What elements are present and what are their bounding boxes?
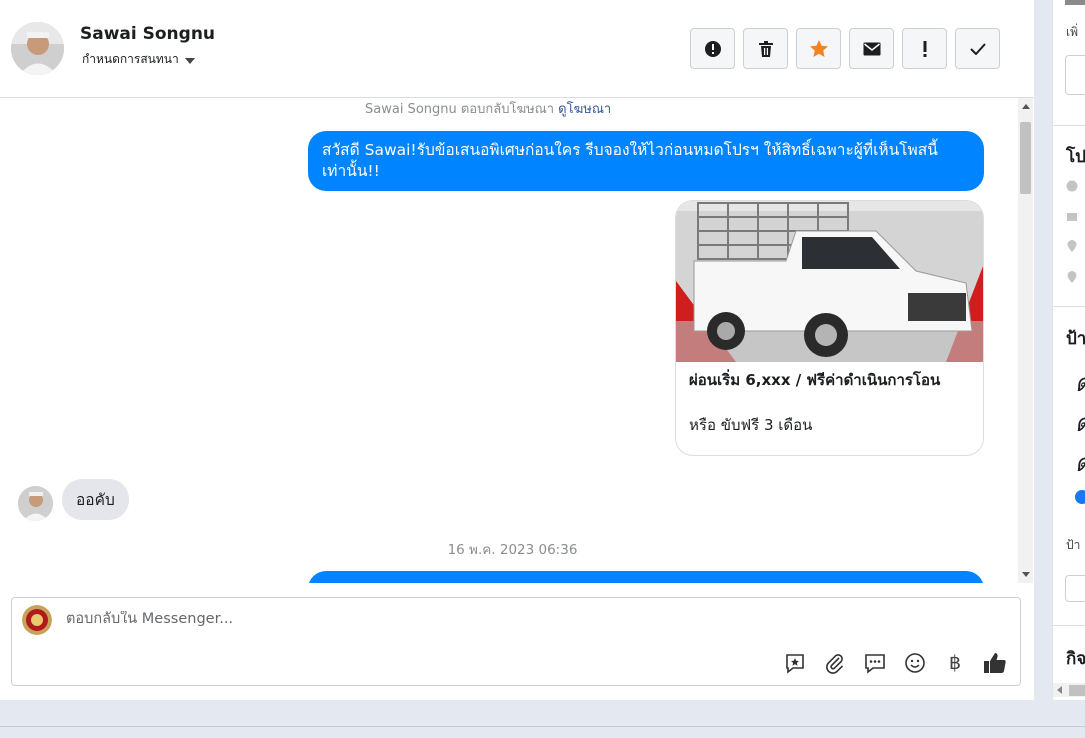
conversation-pane: Sawai Songnu กำหนดการสนทนา Sawai Songnu … bbox=[0, 0, 1034, 700]
mark-unread-button[interactable] bbox=[849, 28, 894, 69]
message-thread[interactable]: Sawai Songnu ตอบกลับโฆษณา ดูโฆษณา สวัสดี… bbox=[0, 98, 1018, 583]
composer-tools: ฿ bbox=[782, 650, 1008, 676]
conversation-settings[interactable]: กำหนดการสนทนา bbox=[82, 50, 195, 69]
paperclip-icon bbox=[826, 654, 844, 674]
page-avatar bbox=[22, 605, 52, 635]
side-horizontal-scrollbar[interactable] bbox=[1053, 683, 1085, 697]
conversation-settings-label: กำหนดการสนทนา bbox=[82, 52, 179, 66]
conversation-header: Sawai Songnu กำหนดการสนทนา bbox=[0, 0, 1034, 98]
avatar[interactable] bbox=[18, 486, 53, 521]
smiley-icon bbox=[905, 653, 925, 673]
payment-button[interactable]: ฿ bbox=[942, 650, 968, 676]
emoji-button[interactable] bbox=[902, 650, 928, 676]
thread-scrollbar[interactable] bbox=[1018, 98, 1033, 583]
check-icon bbox=[969, 42, 986, 55]
chat-star-icon bbox=[786, 654, 804, 674]
star-icon bbox=[809, 40, 828, 57]
window-bottom-divider bbox=[0, 726, 1085, 727]
caret-down-icon[interactable] bbox=[184, 57, 195, 64]
side-label-item[interactable]: ด bbox=[1075, 403, 1085, 442]
baht-icon: ฿ bbox=[948, 652, 962, 674]
incoming-message[interactable]: ออคับ bbox=[62, 479, 129, 520]
attach-button[interactable] bbox=[822, 650, 848, 676]
side-heading-labels: ป้า bbox=[1066, 329, 1085, 349]
envelope-icon bbox=[863, 42, 880, 55]
ad-reply-text: Sawai Songnu ตอบกลับโฆษณา bbox=[365, 102, 555, 117]
delete-button[interactable] bbox=[743, 28, 788, 69]
flag-button[interactable] bbox=[902, 28, 947, 69]
outgoing-message[interactable] bbox=[308, 571, 984, 583]
side-heading-info: โป bbox=[1066, 147, 1085, 167]
saved-replies-button[interactable] bbox=[782, 650, 808, 676]
message-timestamp: 16 พ.ค. 2023 06:36 bbox=[447, 542, 578, 558]
star-button[interactable] bbox=[796, 28, 841, 69]
scroll-up-arrow-icon[interactable] bbox=[1022, 104, 1030, 109]
side-divider bbox=[1053, 625, 1085, 626]
location-icon bbox=[1067, 271, 1077, 283]
action-toolbar bbox=[690, 28, 1000, 69]
side-divider bbox=[1053, 125, 1085, 126]
avatar[interactable] bbox=[11, 22, 64, 75]
ad-card[interactable]: ผ่อนเริ่ม 6,xxx / ฟรีค่าดำเนินการโอน หรื… bbox=[675, 200, 984, 456]
scroll-thumb[interactable] bbox=[1069, 685, 1085, 696]
like-button[interactable] bbox=[982, 650, 1008, 676]
scroll-thumb[interactable] bbox=[1020, 122, 1031, 194]
thumbs-up-icon bbox=[984, 653, 1006, 673]
ad-card-title: ผ่อนเริ่ม 6,xxx / ฟรีค่าดำเนินการโอน bbox=[689, 371, 941, 389]
mark-done-button[interactable] bbox=[955, 28, 1000, 69]
ad-reply-note: Sawai Songnu ตอบกลับโฆษณา ดูโฆษณา bbox=[365, 98, 611, 119]
view-ad-link[interactable]: ดูโฆษณา bbox=[558, 102, 611, 117]
add-label-icon[interactable] bbox=[1075, 490, 1085, 504]
side-label-mid: ป้า bbox=[1066, 538, 1081, 552]
clock-icon bbox=[1066, 180, 1078, 192]
ad-card-subtitle: หรือ ขับฟรี 3 เดือน bbox=[689, 416, 813, 434]
contact-name[interactable]: Sawai Songnu bbox=[80, 24, 215, 44]
side-top-mark bbox=[1065, 0, 1085, 5]
store-icon bbox=[1067, 213, 1077, 221]
side-input[interactable] bbox=[1065, 55, 1085, 95]
message-composer: ฿ bbox=[11, 597, 1021, 686]
side-label-top: เพิ่ bbox=[1066, 25, 1079, 39]
trash-icon bbox=[758, 40, 773, 57]
alert-circle-icon bbox=[704, 40, 721, 57]
exclamation-icon bbox=[923, 40, 926, 57]
chat-dots-icon bbox=[865, 654, 885, 674]
side-label-item[interactable]: ด bbox=[1075, 443, 1085, 482]
location-icon bbox=[1067, 240, 1077, 252]
side-divider bbox=[1053, 306, 1085, 307]
scroll-left-arrow-icon[interactable] bbox=[1057, 686, 1062, 694]
scroll-down-arrow-icon[interactable] bbox=[1022, 572, 1030, 577]
side-input[interactable] bbox=[1065, 575, 1085, 602]
report-button[interactable] bbox=[690, 28, 735, 69]
quick-reply-button[interactable] bbox=[862, 650, 888, 676]
side-label-item[interactable]: ด bbox=[1075, 363, 1085, 402]
details-side-panel: เพิ่ โป ป้า ด ด ด ป้า กิจ bbox=[1052, 0, 1085, 700]
outgoing-message[interactable]: สวัสดี Sawai!รับข้อเสนอพิเศษก่อนใคร รีบจ… bbox=[308, 131, 984, 191]
truck-image bbox=[676, 201, 983, 362]
side-heading-activity: กิจ bbox=[1066, 649, 1085, 669]
reply-input[interactable] bbox=[66, 611, 766, 627]
